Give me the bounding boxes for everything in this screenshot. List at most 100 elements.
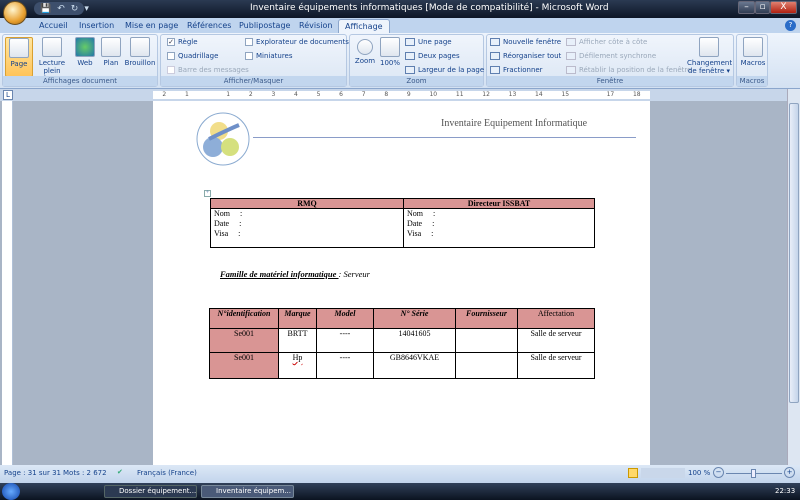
ruler-tick: 1 (226, 91, 231, 98)
cell-id[interactable]: Se001 (209, 352, 279, 379)
col-header: Marque (278, 308, 317, 329)
window-title: Inventaire équipements informatiques [Mo… (250, 3, 609, 13)
two-pages-button[interactable]: Deux pages (405, 52, 460, 60)
ruler-tick: 14 (535, 91, 543, 98)
start-button[interactable] (2, 483, 20, 500)
zoom-slider-thumb[interactable] (751, 469, 756, 478)
ruler-checkbox[interactable]: ✓ Règle (167, 38, 198, 46)
tab-revision[interactable]: Révision (293, 19, 338, 33)
cell-brand[interactable]: BRTT (278, 328, 317, 353)
ruler-tick: 9 (406, 91, 411, 98)
zoom-level[interactable]: 100 % (688, 469, 710, 477)
cell-serial[interactable]: GB8646VKAE (373, 352, 456, 379)
new-window-icon (490, 38, 500, 46)
signature-cell[interactable]: Nom : Date : Visa : (403, 208, 595, 248)
inventory-table: N°identification Marque Model N° Série F… (209, 308, 595, 379)
ribbon-tabs: Accueil Insertion Mise en page Référence… (0, 18, 800, 33)
tab-accueil[interactable]: Accueil (33, 19, 74, 33)
office-button[interactable] (3, 1, 27, 25)
horizontal-ruler[interactable]: 2 1 1 2 3 4 5 6 7 8 9 10 11 12 13 14 15 17 18 (153, 91, 650, 99)
taskbar-item-folder[interactable]: Dossier équipement... (104, 485, 197, 498)
page-width-button[interactable]: Largeur de la page (405, 66, 484, 74)
minimize-button[interactable]: – (738, 1, 755, 14)
logo (196, 112, 250, 166)
magnifier-icon (357, 39, 373, 55)
scrollbar-thumb[interactable] (789, 103, 799, 403)
customize-qat-icon[interactable]: ▾ (84, 4, 89, 14)
ruler-tick: 8 (384, 91, 389, 98)
redo-icon[interactable]: ↻ (71, 4, 79, 14)
switch-windows-button[interactable]: Changement de fenêtre ▾ (687, 37, 732, 75)
split-icon (490, 66, 500, 74)
cell-supplier[interactable] (455, 352, 518, 379)
new-window-button[interactable]: Nouvelle fenêtre (490, 38, 561, 46)
tab-publipostage[interactable]: Publipostage (233, 19, 296, 33)
col-header: Affectation (517, 308, 595, 329)
close-button[interactable]: X (770, 1, 797, 14)
cell-assignment[interactable]: Salle de serveur (517, 352, 595, 379)
book-icon (42, 37, 62, 57)
cell-model[interactable]: ---- (316, 328, 374, 353)
cell-brand[interactable]: Hp (278, 352, 317, 379)
split-button[interactable]: Fractionner (490, 66, 543, 74)
cell-id[interactable]: Se001 (209, 328, 279, 353)
taskbar-item-word[interactable]: Inventaire équipem... (201, 485, 294, 498)
group-label: Macros (737, 76, 767, 86)
language[interactable]: Français (France) (137, 469, 197, 477)
group-label: Afficher/Masquer (161, 76, 346, 86)
maximize-button[interactable]: ▫ (755, 1, 770, 14)
group-zoom: Zoom 100% Une page Deux pages Largeur de… (349, 34, 484, 87)
gridlines-checkbox[interactable]: Quadrillage (167, 52, 218, 60)
ruler-tick: 12 (482, 91, 490, 98)
cell-supplier[interactable] (455, 328, 518, 353)
zoom-100-button[interactable]: 100% (378, 37, 402, 67)
zoom-in-icon[interactable]: + (784, 467, 795, 478)
group-macros: Macros Macros (736, 34, 768, 87)
cell-assignment[interactable]: Salle de serveur (517, 328, 595, 353)
tab-affichage[interactable]: Affichage (338, 19, 390, 33)
table-move-handle-icon[interactable]: + (204, 190, 211, 197)
help-icon[interactable]: ? (785, 20, 796, 31)
header-title: Inventaire Equipement Informatique (441, 118, 588, 129)
tab-selector-button[interactable]: L (3, 90, 13, 100)
thumbnails-checkbox[interactable]: Miniatures (245, 52, 293, 60)
group-views: Page Lecture plein écran Web Plan Brouil… (2, 34, 158, 87)
ribbon: Page Lecture plein écran Web Plan Brouil… (0, 33, 800, 89)
page-count[interactable]: Page : 31 sur 31 (4, 469, 61, 477)
page-view-button[interactable]: Page (5, 37, 33, 77)
document-page[interactable]: Inventaire Equipement Informatique + RMQ… (153, 101, 650, 465)
family-value: : Serveur (338, 269, 370, 279)
word-count[interactable]: Mots : 2 672 (63, 469, 107, 477)
group-window: Nouvelle fenêtre Réorganiser tout Fracti… (486, 34, 734, 87)
table-header: Directeur ISSBAT (403, 198, 595, 209)
view-shortcuts[interactable] (641, 468, 685, 478)
draft-view-button[interactable]: Brouillon (124, 37, 156, 67)
tab-references[interactable]: Références (181, 19, 237, 33)
proofing-icon[interactable]: ✔ (117, 468, 123, 476)
signature-cell[interactable]: Nom : Date : Visa : (210, 208, 404, 248)
tab-insertion[interactable]: Insertion (73, 19, 120, 33)
zoom-out-icon[interactable]: − (713, 467, 724, 478)
save-icon[interactable]: 💾 (40, 4, 51, 14)
vertical-ruler[interactable] (2, 101, 13, 465)
cell-model[interactable]: ---- (316, 352, 374, 379)
tab-mise-en-page[interactable]: Mise en page (119, 19, 184, 33)
zoom-button[interactable]: Zoom (353, 37, 377, 65)
vertical-scrollbar[interactable] (787, 89, 800, 465)
ruler-tick: 13 (508, 91, 517, 98)
group-label: Fenêtre (487, 76, 733, 86)
one-page-button[interactable]: Une page (405, 38, 452, 46)
signature-table: RMQ Directeur ISSBAT Nom : Date : Visa : No… (210, 198, 595, 248)
web-view-button[interactable]: Web (73, 37, 97, 67)
arrange-all-button[interactable]: Réorganiser tout (490, 52, 561, 60)
col-header: Model (316, 308, 374, 329)
arrange-icon (490, 52, 500, 60)
table-header: RMQ (210, 198, 404, 209)
undo-icon[interactable]: ↶ (57, 4, 65, 14)
document-map-checkbox[interactable]: Explorateur de documents (245, 38, 349, 46)
page-layout-view-icon[interactable] (628, 468, 638, 478)
macros-icon (743, 37, 763, 57)
cell-serial[interactable]: 14041605 (373, 328, 456, 353)
macros-button[interactable]: Macros (739, 37, 767, 67)
outline-view-button[interactable]: Plan (99, 37, 123, 67)
